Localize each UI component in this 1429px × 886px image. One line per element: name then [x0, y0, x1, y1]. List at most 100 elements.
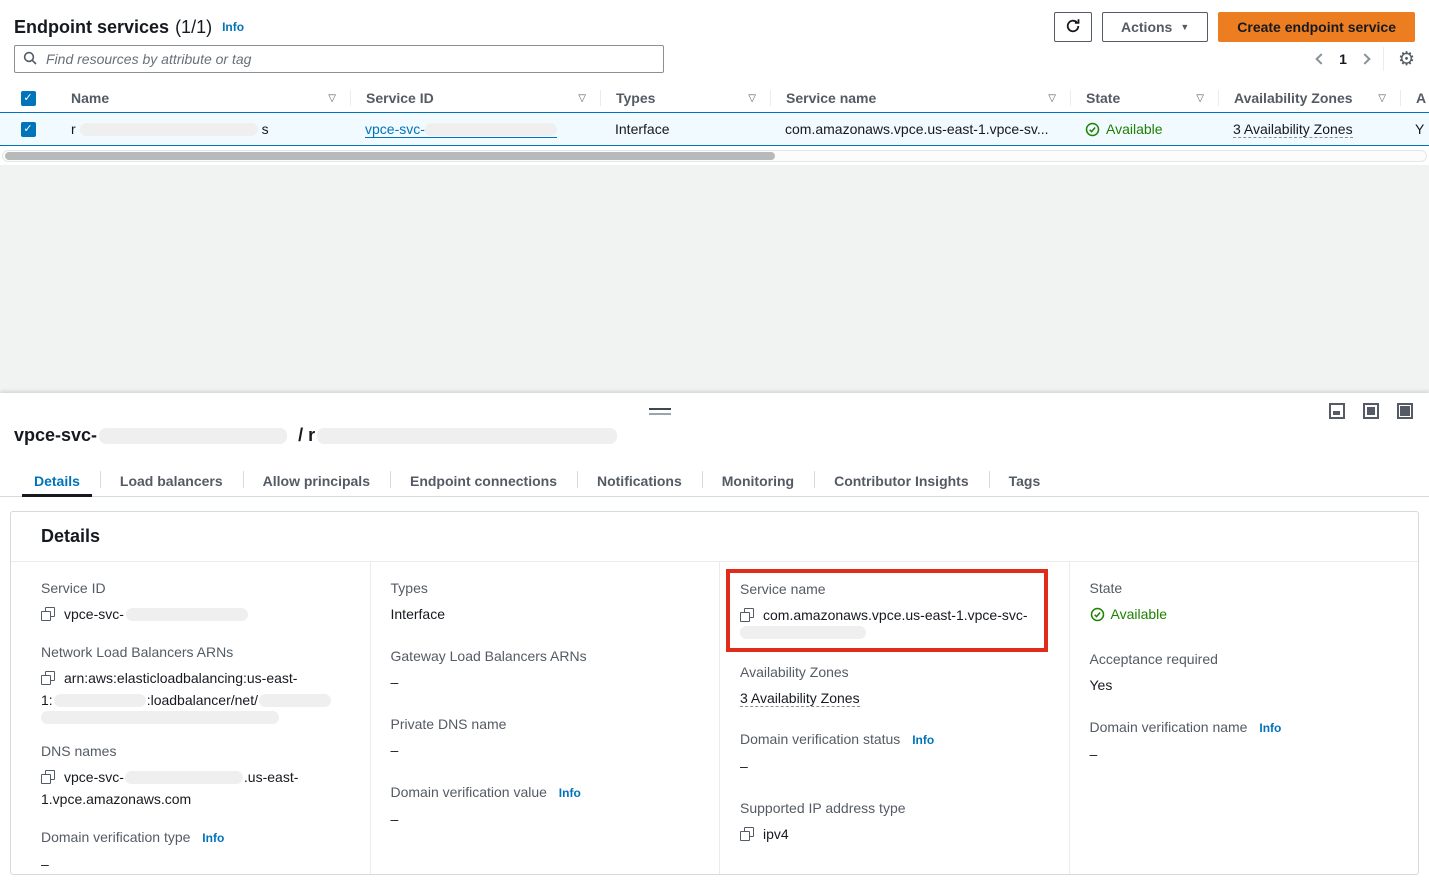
resource-count: (1/1): [175, 17, 212, 38]
field-domain-verification-status: Domain verification status Info –: [740, 729, 1049, 777]
table-row[interactable]: ✓ r s vpce-svc- Interface com.amazonaws.…: [0, 112, 1429, 146]
panel-size-medium-icon[interactable]: [1363, 403, 1379, 419]
service-id-link[interactable]: vpce-svc-: [365, 121, 557, 138]
availability-zones-link[interactable]: 3 Availability Zones: [740, 690, 860, 707]
tab-notifications[interactable]: Notifications: [577, 465, 702, 496]
redacted-service-id: [425, 123, 557, 136]
redacted-value: [54, 694, 146, 707]
page-number[interactable]: 1: [1339, 51, 1347, 67]
column-label: A: [1416, 90, 1426, 106]
tab-endpoint-connections[interactable]: Endpoint connections: [390, 465, 577, 496]
gear-icon[interactable]: ⚙: [1398, 50, 1415, 69]
details-card-header: Details: [11, 512, 1418, 562]
info-link[interactable]: Info: [202, 831, 224, 845]
tab-monitoring[interactable]: Monitoring: [702, 465, 814, 496]
row-types-cell: Interface: [600, 121, 770, 137]
field-value: vpce-svc-: [64, 766, 124, 788]
header-actions: Actions ▼ Create endpoint service: [1054, 12, 1415, 42]
info-link[interactable]: Info: [1259, 721, 1281, 735]
panel-size-controls: [1329, 403, 1413, 419]
panel-title-prefix: vpce-svc-: [14, 425, 97, 445]
info-link[interactable]: Info: [222, 20, 244, 34]
tab-contributor-insights[interactable]: Contributor Insights: [814, 465, 989, 496]
column-label: Types: [616, 90, 655, 106]
scrollbar-thumb[interactable]: [5, 152, 775, 160]
service-id-prefix: vpce-svc-: [365, 121, 425, 137]
copy-icon[interactable]: [740, 827, 754, 841]
horizontal-scrollbar[interactable]: [2, 150, 1427, 162]
field-domain-verification-value: Domain verification value Info –: [391, 782, 700, 830]
field-types: Types Interface: [391, 578, 700, 625]
endpoint-services-table: ✓ Name ▽ Service ID ▽ Types ▽ Service na…: [0, 84, 1429, 146]
tab-allow-principals[interactable]: Allow principals: [243, 465, 390, 496]
search-box[interactable]: [14, 45, 664, 73]
sort-icon[interactable]: ▽: [1048, 93, 1060, 104]
details-column-2: Types Interface Gateway Load Balancers A…: [370, 562, 720, 874]
previous-page-icon[interactable]: [1315, 53, 1326, 64]
column-header-service-id[interactable]: Service ID ▽: [350, 90, 600, 106]
tab-tags[interactable]: Tags: [989, 465, 1061, 496]
panel-drag-handle-icon[interactable]: [649, 408, 671, 415]
tab-load-balancers[interactable]: Load balancers: [100, 465, 243, 496]
field-value: ipv4: [763, 823, 789, 845]
copy-icon[interactable]: [41, 671, 55, 685]
column-header-service-name[interactable]: Service name ▽: [770, 90, 1070, 106]
refresh-button[interactable]: [1054, 12, 1092, 42]
split-panel: vpce-svc- / r Details Load balancers All…: [0, 393, 1429, 886]
details-heading: Details: [41, 526, 100, 547]
sort-icon[interactable]: ▽: [748, 93, 760, 104]
state-text: Available: [1111, 603, 1168, 625]
column-header-state[interactable]: State ▽: [1070, 90, 1218, 106]
field-value: Interface: [391, 603, 700, 625]
copy-icon[interactable]: [740, 608, 754, 622]
field-label: Domain verification status: [740, 731, 900, 747]
field-label: Private DNS name: [391, 714, 700, 734]
field-value: –: [391, 671, 700, 693]
field-domain-verification-name: Domain verification name Info –: [1090, 717, 1399, 765]
copy-icon[interactable]: [41, 770, 55, 784]
check-circle-icon: [1090, 607, 1105, 622]
column-label: Service ID: [366, 90, 434, 106]
column-header-partial[interactable]: A: [1400, 90, 1429, 106]
field-label: Domain verification type: [41, 829, 190, 845]
column-header-types[interactable]: Types ▽: [600, 90, 770, 106]
row-availability-zones-cell: 3 Availability Zones: [1218, 121, 1400, 138]
tab-details[interactable]: Details: [14, 465, 100, 496]
name-text: r: [71, 121, 76, 137]
select-all-checkbox[interactable]: ✓: [21, 91, 36, 106]
panel-title-suffix: r: [308, 425, 315, 445]
field-value: –: [740, 755, 1049, 777]
next-page-icon[interactable]: [1359, 53, 1370, 64]
info-link[interactable]: Info: [912, 733, 934, 747]
partial-text: Y: [1415, 121, 1424, 137]
availability-zones-link[interactable]: 3 Availability Zones: [1233, 121, 1353, 138]
field-value: arn:aws:elasticloadbalancing:us-east-: [64, 667, 297, 689]
field-label: Types: [391, 578, 700, 598]
column-header-availability-zones[interactable]: Availability Zones ▽: [1218, 90, 1400, 106]
pagination: 1 ⚙: [1317, 47, 1415, 71]
field-value: 1:: [41, 689, 53, 711]
page-header: Endpoint services (1/1) Info Actions ▼ C…: [14, 10, 1415, 44]
create-endpoint-service-button[interactable]: Create endpoint service: [1218, 12, 1415, 42]
details-column-1: Service ID vpce-svc- Network Load Balanc…: [11, 562, 370, 874]
actions-button[interactable]: Actions ▼: [1102, 12, 1208, 42]
sort-icon[interactable]: ▽: [328, 93, 340, 104]
redacted-title-id: [99, 428, 287, 444]
actions-button-label: Actions: [1121, 19, 1172, 35]
field-availability-zones: Availability Zones 3 Availability Zones: [740, 662, 1049, 709]
field-value: Yes: [1090, 674, 1399, 696]
sort-icon[interactable]: ▽: [1196, 93, 1208, 104]
row-service-id-cell: vpce-svc-: [350, 121, 600, 138]
column-header-name[interactable]: Name ▽: [56, 90, 350, 106]
redacted-value: [41, 711, 279, 724]
info-link[interactable]: Info: [559, 786, 581, 800]
copy-icon[interactable]: [41, 607, 55, 621]
sort-icon[interactable]: ▽: [1378, 93, 1390, 104]
search-input[interactable]: [44, 50, 655, 68]
sort-icon[interactable]: ▽: [578, 93, 590, 104]
panel-size-small-icon[interactable]: [1329, 403, 1345, 419]
search-icon: [23, 51, 37, 68]
panel-size-large-icon[interactable]: [1397, 403, 1413, 419]
field-supported-ip-address-type: Supported IP address type ipv4: [740, 798, 1049, 845]
row-checkbox[interactable]: ✓: [21, 122, 36, 137]
